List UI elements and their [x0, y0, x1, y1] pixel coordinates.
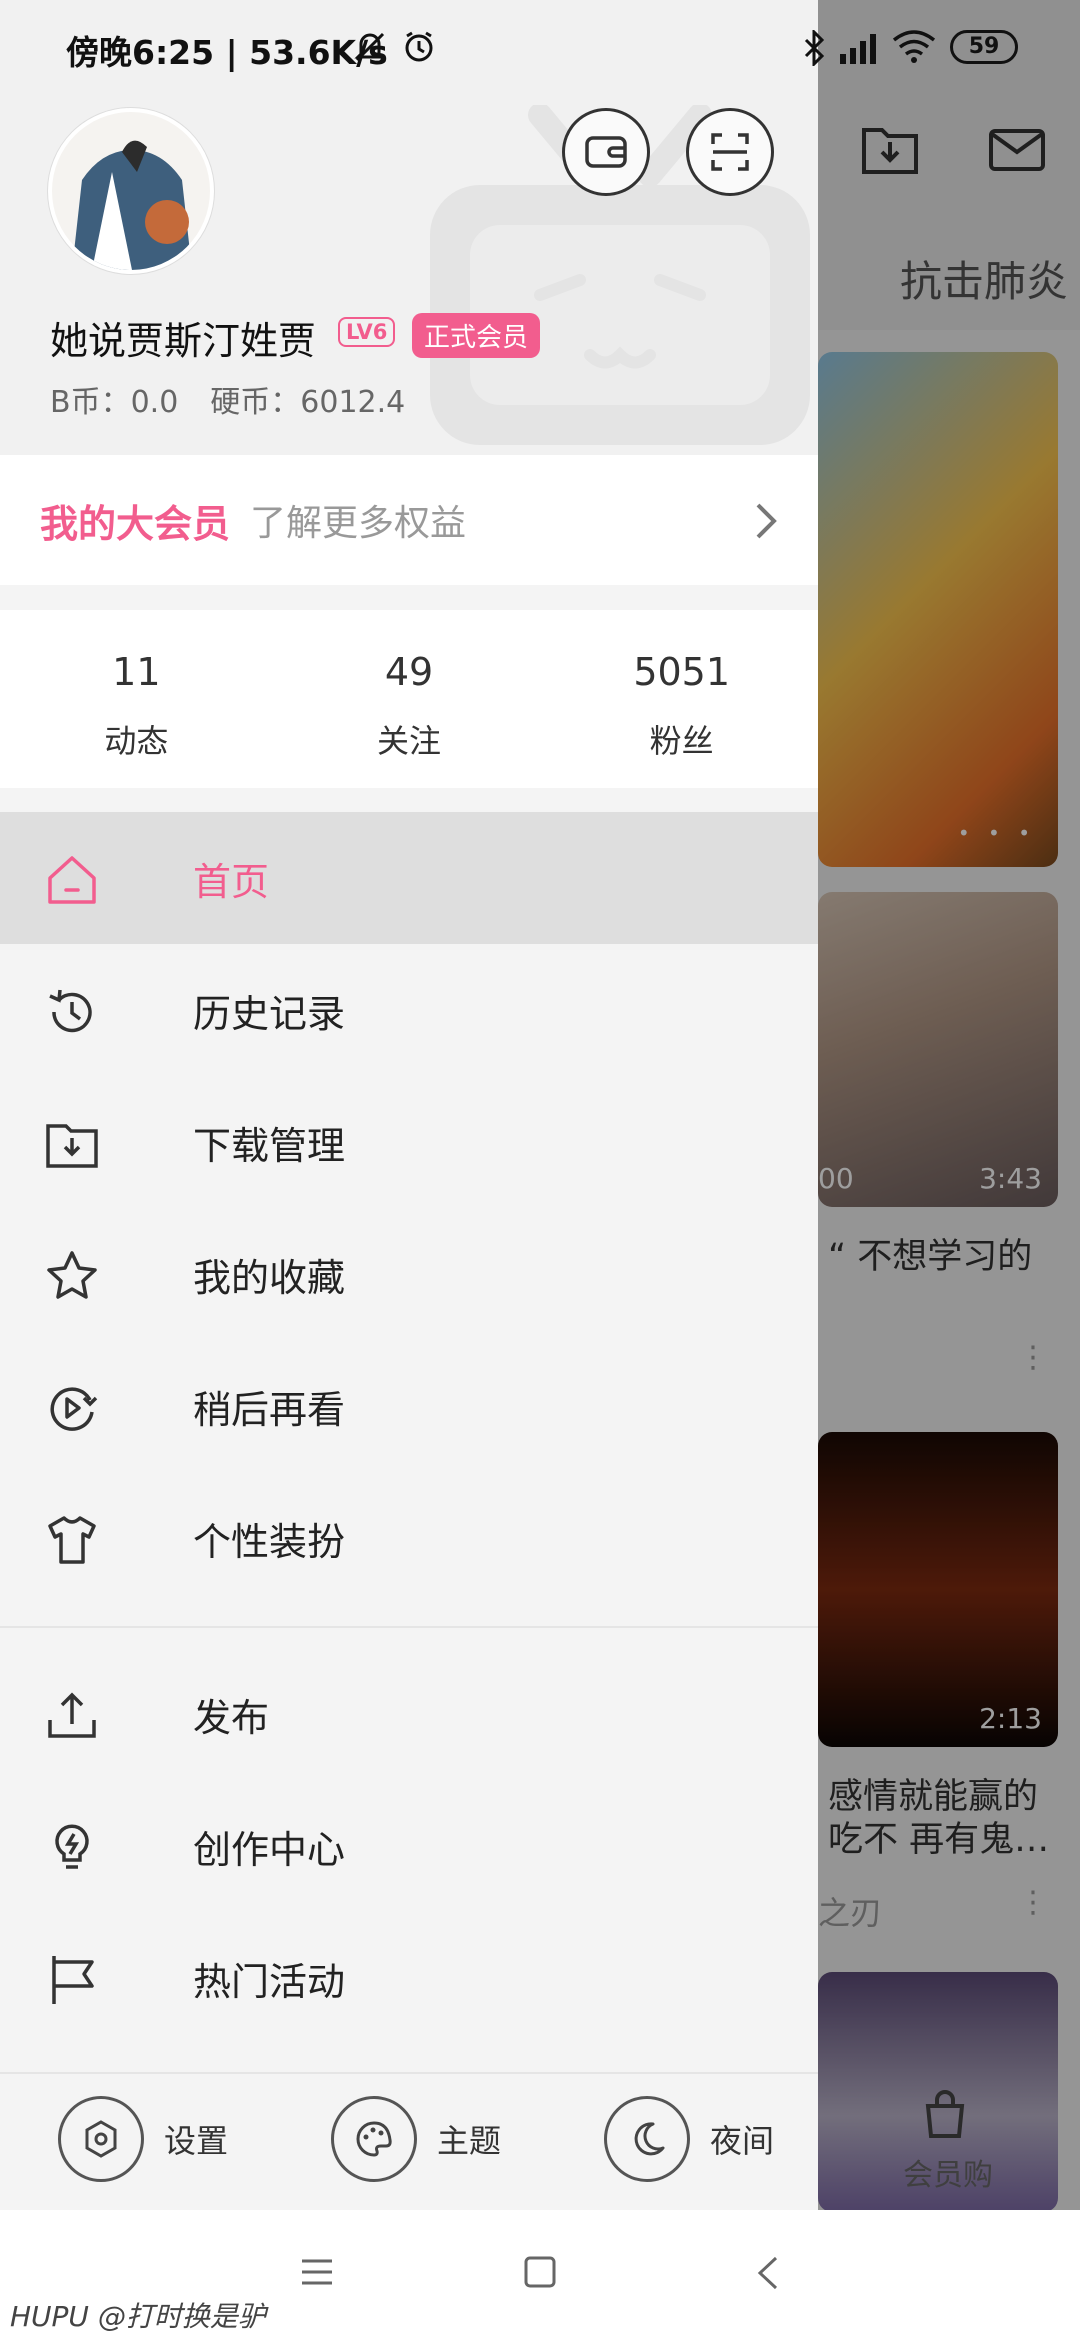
settings-icon-circle: [58, 2096, 144, 2182]
menu-label: 稍后再看: [193, 1387, 346, 1432]
home-icon: [48, 856, 96, 904]
alarm-icon: [405, 31, 433, 62]
bell-muted-icon: [354, 32, 386, 62]
lightbulb-icon: [55, 1824, 89, 1869]
stat-value: 11: [112, 650, 161, 694]
signal-hd-icon: [840, 34, 876, 64]
menu-icon[interactable]: [300, 2255, 334, 2289]
drawer-menu: 首页 历史记录 下载管理 我的收藏 稍后再看 个性装扮 发布 创作中心 热门活动: [0, 812, 818, 2044]
menu-label: 历史记录: [193, 991, 346, 1036]
menu-label: 我的收藏: [193, 1255, 346, 1300]
back-icon[interactable]: [756, 2255, 780, 2291]
wallet-icon: [585, 136, 627, 168]
menu-label: 创作中心: [193, 1827, 346, 1872]
scan-button[interactable]: [686, 108, 774, 196]
stat-value: 49: [384, 650, 434, 694]
theme-label: 主题: [437, 2122, 502, 2160]
stat-label: 粉丝: [649, 722, 714, 760]
bluetooth-icon: [804, 30, 825, 66]
stat-dynamics[interactable]: 11 动态: [0, 610, 273, 788]
gear-icon: [85, 2120, 117, 2158]
hard-coin-balance: 硬币：6012.4: [210, 385, 406, 420]
menu-item-watch-later[interactable]: 稍后再看: [0, 1340, 818, 1472]
menu-item-home[interactable]: 首页: [0, 812, 818, 944]
home-square-icon[interactable]: [523, 2255, 557, 2289]
download-folder-icon: [46, 1124, 98, 1168]
wifi-icon: [892, 30, 936, 63]
drawer-bottom-bar: 设置 主题 夜间: [0, 2072, 818, 2212]
night-label: 夜间: [710, 2122, 775, 2160]
stat-following[interactable]: 49 关注: [273, 610, 546, 788]
menu-label: 下载管理: [193, 1123, 346, 1168]
username[interactable]: 她说贾斯汀姓贾: [50, 310, 316, 365]
settings-label: 设置: [164, 2122, 229, 2160]
theme-button[interactable]: 主题: [331, 2096, 501, 2182]
night-icon-circle: [604, 2096, 690, 2182]
system-navigation-bar: HUPU @打时换是驴: [0, 2210, 1080, 2340]
coins-info: B币：0.0 硬币：6012.4: [50, 377, 405, 421]
theme-icon-circle: [331, 2096, 417, 2182]
settings-button[interactable]: 设置: [58, 2096, 228, 2182]
menu-label: 热门活动: [193, 1959, 346, 2004]
menu-item-favorites[interactable]: 我的收藏: [0, 1208, 818, 1340]
menu-item-creator-center[interactable]: 创作中心: [0, 1780, 818, 1912]
vip-title: 我的大会员: [40, 501, 231, 546]
menu-label: 发布: [193, 1695, 270, 1740]
tshirt-icon: [48, 1516, 96, 1564]
avatar-image: [52, 112, 210, 270]
stat-label: 动态: [104, 722, 169, 760]
status-bar-time: 傍晚6:25 | 53.6K/s: [66, 33, 388, 72]
watermark-text: HUPU @打时换是驴: [10, 2300, 266, 2333]
star-icon: [47, 1251, 97, 1299]
avatar[interactable]: [48, 108, 214, 274]
chevron-right-icon: [756, 503, 777, 539]
menu-label: 个性装扮: [193, 1519, 346, 1564]
vip-membership-row[interactable]: 我的大会员 了解更多权益: [0, 455, 818, 585]
scan-icon: [711, 133, 749, 171]
level-badge: LV6: [338, 317, 396, 347]
stats-row: 11 动态 49 关注 5051 粉丝: [0, 610, 818, 788]
battery-indicator: 59: [950, 30, 1018, 64]
menu-item-dress-up[interactable]: 个性装扮: [0, 1472, 818, 1604]
moon-icon: [634, 2122, 665, 2156]
wallet-button[interactable]: [562, 108, 650, 196]
stat-label: 关注: [377, 722, 442, 760]
menu-item-publish[interactable]: 发布: [0, 1648, 818, 1780]
vip-subtitle: 了解更多权益: [250, 503, 467, 544]
menu-divider: [0, 1626, 818, 1628]
stat-value: 5051: [633, 650, 731, 694]
navigation-drawer: 傍晚6:25 | 53.6K/s 她说贾斯汀姓贾 LV6 正式会员 B币：0.0…: [0, 0, 818, 2212]
menu-label: 首页: [193, 859, 270, 904]
upload-icon: [48, 1692, 96, 1738]
history-icon: [49, 989, 92, 1033]
menu-item-hot-events[interactable]: 热门活动: [0, 1912, 818, 2044]
menu-item-history[interactable]: 历史记录: [0, 944, 818, 1076]
palette-icon: [356, 2121, 392, 2157]
stat-followers[interactable]: 5051 粉丝: [545, 610, 818, 788]
vip-status-badge[interactable]: 正式会员: [412, 313, 541, 358]
b-coin-balance: B币：0.0: [50, 385, 179, 420]
menu-item-downloads[interactable]: 下载管理: [0, 1076, 818, 1208]
watch-later-icon: [50, 1387, 98, 1431]
night-mode-button[interactable]: 夜间: [604, 2096, 774, 2182]
flag-icon: [52, 1956, 94, 2004]
drawer-header: 傍晚6:25 | 53.6K/s 她说贾斯汀姓贾 LV6 正式会员 B币：0.0…: [0, 0, 818, 455]
